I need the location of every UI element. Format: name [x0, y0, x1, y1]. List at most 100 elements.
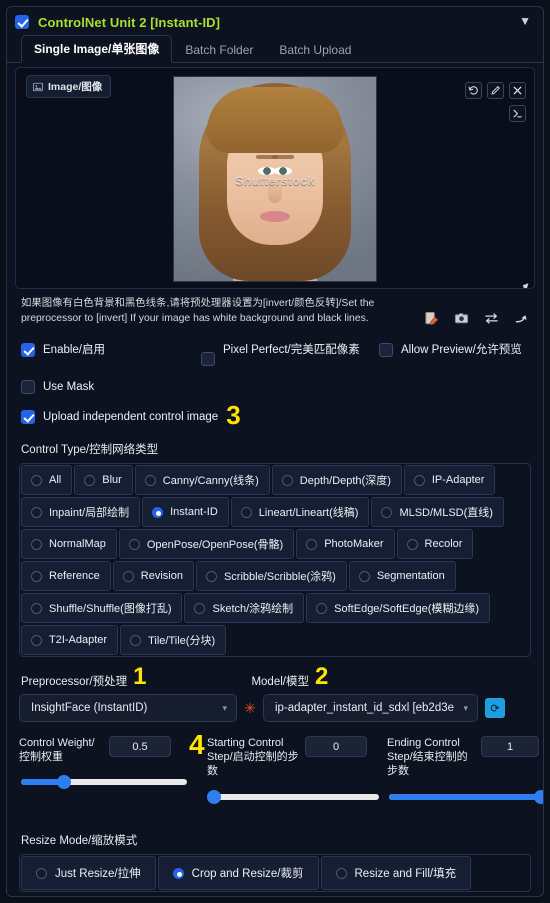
radio-icon[interactable]: [36, 867, 47, 879]
radio-icon[interactable]: [31, 506, 42, 518]
preprocessor-hint-text: 如果图像有白色背景和黑色线条,请将预处理器设置为[invert/颜色反转]/Se…: [21, 298, 375, 324]
radio-icon[interactable]: [144, 474, 156, 486]
resize-mode-option[interactable]: Crop and Resize/裁剪: [157, 856, 319, 891]
radio-icon[interactable]: [172, 867, 184, 879]
control-type-option[interactable]: Depth/Depth(深度): [271, 465, 402, 496]
radio-icon[interactable]: [194, 602, 206, 614]
ending-step-value[interactable]: 1: [481, 736, 539, 758]
radio-icon[interactable]: [240, 506, 252, 518]
resize-mode-option[interactable]: Just Resize/拉伸: [21, 856, 156, 891]
control-type-option-label: Tile/Tile(分块): [148, 635, 216, 648]
refresh-icon[interactable]: ⟳: [485, 698, 505, 719]
preprocessor-select[interactable]: InsightFace (InstantID) ▾: [19, 694, 237, 723]
radio-icon[interactable]: [281, 474, 293, 486]
control-type-option[interactable]: Blur: [74, 465, 133, 496]
chevron-down-icon[interactable]: ▼: [519, 15, 531, 27]
control-type-option[interactable]: OpenPose/OpenPose(骨骼): [118, 529, 295, 560]
enable-toggle[interactable]: Enable/启用: [21, 343, 201, 357]
panel-header[interactable]: ControlNet Unit 2 [Instant-ID] ▼: [7, 7, 543, 37]
ending-step-track[interactable]: [389, 790, 543, 805]
control-type-option[interactable]: Inpaint/局部绘制: [21, 497, 141, 528]
tab-batch-folder[interactable]: Batch Folder: [172, 38, 266, 63]
radio-icon[interactable]: [31, 634, 42, 646]
use-mask-toggle[interactable]: Use Mask: [21, 380, 94, 394]
control-type-option[interactable]: Shuffle/Shuffle(图像打乱): [21, 593, 183, 624]
control-type-option[interactable]: SoftEdge/SoftEdge(模糊边缘): [306, 593, 491, 624]
pixel-perfect-label: Pixel Perfect/完美匹配像素: [223, 344, 360, 356]
radio-icon[interactable]: [31, 538, 42, 550]
tab-batch-upload[interactable]: Batch Upload: [266, 38, 364, 63]
control-type-option[interactable]: Instant-ID: [142, 497, 229, 528]
radio-icon[interactable]: [316, 602, 328, 614]
control-type-option[interactable]: T2I-Adapter: [21, 625, 119, 656]
control-type-option[interactable]: NormalMap: [21, 529, 117, 560]
tab-single-image[interactable]: Single Image/单张图像: [21, 35, 173, 63]
control-weight-head: Control Weight/控制权重 0.5: [19, 736, 187, 764]
upload-independent-toggle[interactable]: Upload independent control image: [21, 410, 218, 424]
radio-icon[interactable]: [130, 634, 142, 646]
pixel-perfect-checkbox[interactable]: [201, 352, 215, 366]
undo-icon[interactable]: [465, 82, 482, 99]
swap-icon[interactable]: [484, 311, 499, 331]
radio-icon[interactable]: [306, 538, 318, 550]
allow-preview-toggle[interactable]: Allow Preview/允许预览: [379, 343, 522, 357]
starting-step-knob[interactable]: [207, 790, 221, 805]
ending-step-head: Ending Control Step/结束控制的步数 1: [387, 736, 543, 778]
radio-icon[interactable]: [335, 867, 347, 879]
radio-icon[interactable]: [31, 474, 42, 486]
edit-pencil-icon[interactable]: [487, 82, 504, 99]
starting-step-track[interactable]: [207, 790, 379, 805]
radio-icon[interactable]: [31, 602, 42, 614]
use-mask-checkbox[interactable]: [21, 380, 35, 394]
control-type-option[interactable]: IP-Adapter: [403, 465, 496, 496]
radio-icon[interactable]: [128, 538, 140, 550]
control-weight-value[interactable]: 0.5: [109, 736, 171, 758]
radio-icon[interactable]: [122, 570, 134, 582]
control-type-option-label: IP-Adapter: [431, 474, 485, 487]
ending-step-knob[interactable]: [534, 790, 543, 805]
control-type-option[interactable]: Tile/Tile(分块): [120, 625, 227, 656]
control-type-option[interactable]: Revision: [112, 561, 194, 592]
control-type-option[interactable]: PhotoMaker: [296, 529, 395, 560]
control-type-option[interactable]: Sketch/涂鸦绘制: [184, 593, 305, 624]
radio-icon[interactable]: [84, 474, 96, 486]
slider-group: Control Weight/控制权重 0.5 4 Starting Contr…: [19, 731, 543, 822]
control-weight-knob[interactable]: [57, 775, 72, 790]
sparkle-icon[interactable]: ✳: [237, 700, 263, 717]
image-label-chip: Image/图像: [26, 75, 112, 98]
control-type-option[interactable]: Canny/Canny(线条): [134, 465, 270, 496]
resize-mode-option[interactable]: Resize and Fill/填充: [320, 856, 472, 891]
upload-independent-label: Upload independent control image: [43, 411, 219, 423]
control-weight-track[interactable]: [21, 775, 187, 790]
radio-icon[interactable]: [152, 506, 164, 518]
close-icon[interactable]: [509, 82, 526, 99]
unit-enable-checkbox[interactable]: [15, 15, 29, 29]
control-type-option[interactable]: Segmentation: [348, 561, 456, 592]
control-type-option[interactable]: MLSD/MLSD(直线): [371, 497, 504, 528]
radio-icon[interactable]: [406, 538, 418, 550]
enable-checkbox[interactable]: [21, 343, 35, 357]
webcam-icon[interactable]: [454, 311, 469, 331]
control-type-option[interactable]: Lineart/Lineart(线稿): [230, 497, 370, 528]
open-editor-icon[interactable]: [509, 105, 526, 122]
control-type-option[interactable]: Scribble/Scribble(涂鸦): [195, 561, 347, 592]
uploaded-image[interactable]: Shutterstock: [173, 76, 377, 282]
radio-icon[interactable]: [31, 570, 42, 582]
upload-independent-checkbox[interactable]: [21, 410, 35, 424]
allow-preview-checkbox[interactable]: [379, 343, 393, 357]
radio-icon[interactable]: [358, 570, 370, 582]
starting-step-value[interactable]: 0: [305, 736, 367, 758]
control-type-group: All Blur Canny/Canny(线条) Depth/Depth(深度) IP-…: [19, 463, 531, 658]
radio-icon[interactable]: [413, 474, 425, 486]
radio-icon[interactable]: [381, 506, 393, 518]
control-type-option[interactable]: All: [21, 465, 73, 496]
pixel-perfect-toggle[interactable]: Pixel Perfect/完美匹配像素: [201, 343, 379, 366]
annotation-marker-4: 4: [189, 729, 205, 761]
image-drop-area[interactable]: Image/图像 Shutterstock: [15, 67, 535, 289]
control-type-option[interactable]: Reference: [21, 561, 111, 592]
control-type-option[interactable]: Recolor: [396, 529, 474, 560]
new-canvas-icon[interactable]: [424, 311, 439, 331]
model-select[interactable]: ip-adapter_instant_id_sdxl [eb2d3e ▾: [263, 694, 478, 723]
radio-icon[interactable]: [205, 570, 217, 582]
send-to-icon[interactable]: [514, 311, 529, 331]
